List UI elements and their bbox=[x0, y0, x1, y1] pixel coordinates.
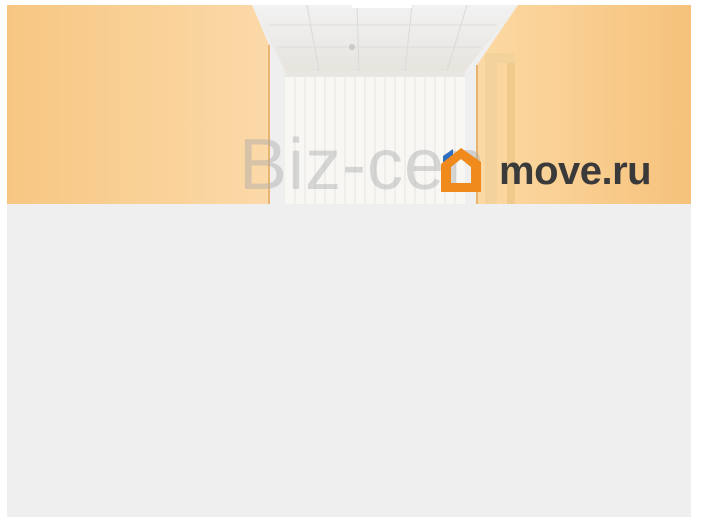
listing-photo[interactable]: Biz-cen move.ru bbox=[7, 5, 691, 204]
content-placeholder bbox=[7, 204, 691, 517]
house-logo-icon bbox=[441, 148, 481, 192]
brand-logo: move.ru bbox=[439, 145, 652, 197]
listing-frame: Biz-cen move.ru bbox=[7, 5, 691, 517]
brand-name: move.ru bbox=[499, 149, 652, 193]
